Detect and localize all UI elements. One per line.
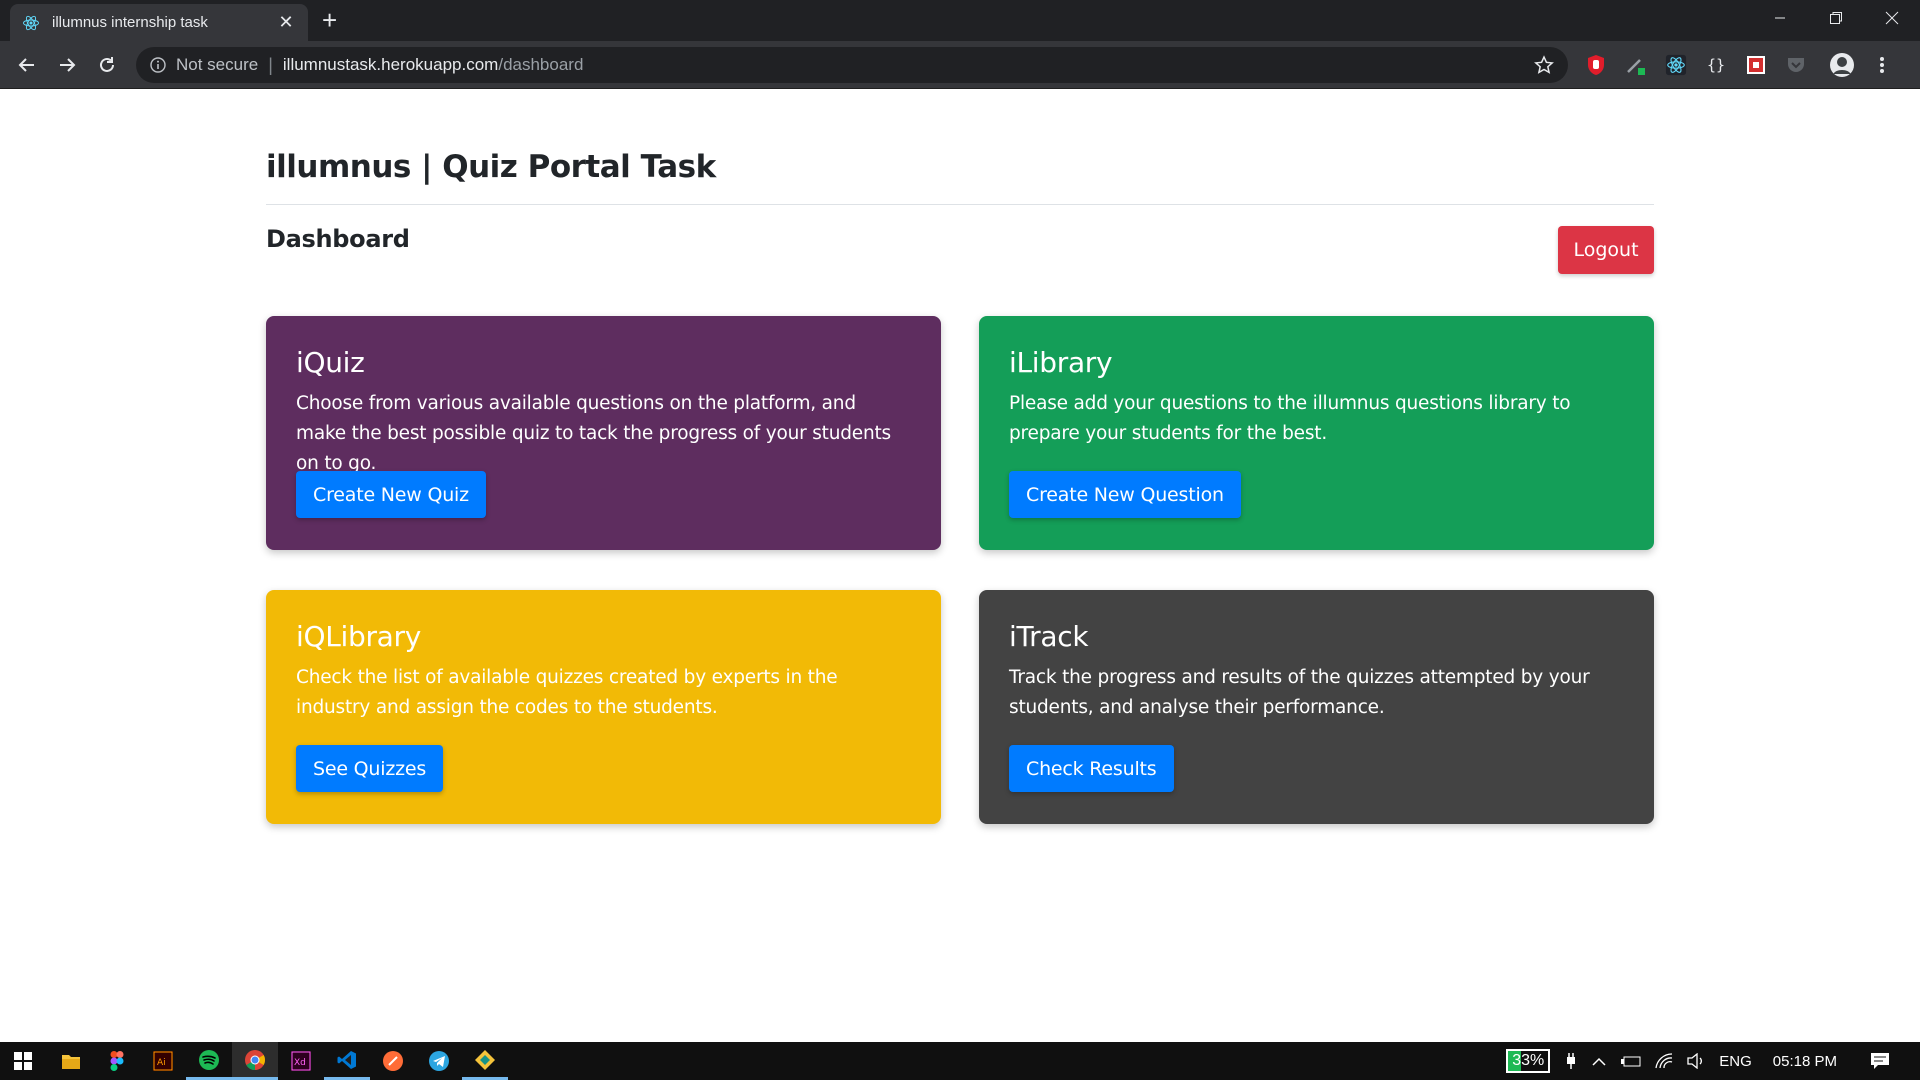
- header-divider: [266, 204, 1654, 205]
- card-text: Check the list of available quizzes crea…: [296, 667, 838, 718]
- card-ilibrary: iLibrary Please add your questions to th…: [979, 316, 1654, 550]
- card-title: iQLibrary: [296, 620, 422, 653]
- windows-start-icon[interactable]: [0, 1042, 46, 1080]
- chrome-menu-icon[interactable]: [1868, 51, 1896, 79]
- browser-tab-bar: illumnus internship task ✕ +: [0, 0, 1920, 41]
- card-text: Track the progress and results of the qu…: [1009, 667, 1590, 718]
- dashboard-title: Dashboard: [266, 225, 410, 253]
- card-text: Choose from various available questions …: [296, 393, 891, 474]
- browser-toolbar: Not secure | illumnustask.herokuapp.com /…: [0, 41, 1920, 89]
- react-devtools-icon[interactable]: [1662, 51, 1690, 79]
- minimize-icon[interactable]: [1752, 0, 1808, 36]
- new-tab-button[interactable]: +: [322, 7, 337, 33]
- pocket-icon[interactable]: [1782, 51, 1810, 79]
- url-path: /dashboard: [498, 55, 584, 74]
- language-indicator[interactable]: ENG: [1719, 1053, 1752, 1070]
- adblock-extension-icon[interactable]: [1582, 51, 1610, 79]
- red-extension-icon[interactable]: [1742, 51, 1770, 79]
- illustrator-icon[interactable]: Ai: [140, 1042, 186, 1080]
- windows-taskbar: Ai Xd 33% ENG 05:18 PM: [0, 1042, 1920, 1080]
- svg-text:{}: {}: [1707, 56, 1725, 74]
- window-controls: [1752, 0, 1920, 36]
- json-viewer-icon[interactable]: {}: [1702, 51, 1730, 79]
- clock-time[interactable]: 05:18 PM: [1773, 1053, 1837, 1070]
- battery-indicator[interactable]: 33%: [1506, 1049, 1551, 1073]
- vscode-icon[interactable]: [324, 1042, 370, 1080]
- create-new-question-button[interactable]: Create New Question: [1009, 471, 1241, 518]
- url-host: illumnustask.herokuapp.com: [282, 55, 499, 74]
- restore-icon[interactable]: [1808, 0, 1864, 36]
- page-content: illumnus | Quiz Portal Task Dashboard Lo…: [0, 89, 1920, 1042]
- chrome-icon[interactable]: [232, 1042, 278, 1080]
- address-bar[interactable]: Not secure | illumnustask.herokuapp.com /…: [136, 47, 1568, 83]
- back-arrow-icon[interactable]: [13, 51, 41, 79]
- system-tray: 33% ENG 05:18 PM: [1506, 1042, 1920, 1080]
- git-kraken-icon[interactable]: [462, 1042, 508, 1080]
- card-iqlibrary: iQLibrary Check the list of available qu…: [266, 590, 941, 824]
- card-title: iLibrary: [1009, 346, 1113, 379]
- url-separator: |: [268, 54, 273, 75]
- tab-title: illumnus internship task: [52, 14, 208, 31]
- figma-icon[interactable]: [94, 1042, 140, 1080]
- volume-icon[interactable]: [1687, 1053, 1705, 1069]
- react-icon: [22, 14, 40, 32]
- wifi-icon[interactable]: [1655, 1053, 1673, 1069]
- card-text: Please add your questions to the illumnu…: [1009, 393, 1571, 444]
- adobe-xd-icon[interactable]: Xd: [278, 1042, 324, 1080]
- close-window-icon[interactable]: [1864, 0, 1920, 36]
- reload-icon[interactable]: [93, 51, 121, 79]
- info-icon[interactable]: [150, 57, 166, 73]
- check-results-button[interactable]: Check Results: [1009, 745, 1174, 792]
- svg-text:Ai: Ai: [157, 1058, 166, 1068]
- browser-tab[interactable]: illumnus internship task ✕: [10, 4, 308, 41]
- card-title: iTrack: [1009, 620, 1089, 653]
- security-label: Not secure: [176, 55, 259, 74]
- power-plug-icon[interactable]: [1565, 1052, 1577, 1070]
- logout-button[interactable]: Logout: [1558, 226, 1654, 274]
- tab-close-icon[interactable]: ✕: [276, 12, 296, 33]
- spotify-icon[interactable]: [186, 1042, 232, 1080]
- notifications-icon[interactable]: [1870, 1052, 1890, 1070]
- extensions-bar: {}: [1582, 51, 1908, 79]
- site-title: illumnus | Quiz Portal Task: [266, 149, 716, 185]
- battery-icon[interactable]: [1621, 1055, 1641, 1067]
- create-new-quiz-button[interactable]: Create New Quiz: [296, 471, 486, 518]
- telegram-icon[interactable]: [416, 1042, 462, 1080]
- card-itrack: iTrack Track the progress and results of…: [979, 590, 1654, 824]
- profile-avatar-icon[interactable]: [1828, 51, 1856, 79]
- see-quizzes-button[interactable]: See Quizzes: [296, 745, 444, 792]
- colorpicker-extension-icon[interactable]: [1622, 51, 1650, 79]
- card-title: iQuiz: [296, 346, 365, 379]
- forward-arrow-icon[interactable]: [53, 51, 81, 79]
- bookmark-star-icon[interactable]: [1534, 55, 1554, 80]
- card-iquiz: iQuiz Choose from various available ques…: [266, 316, 941, 550]
- svg-text:Xd: Xd: [294, 1058, 306, 1068]
- chevron-up-icon[interactable]: [1591, 1056, 1607, 1066]
- file-explorer-icon[interactable]: [48, 1042, 94, 1080]
- postman-icon[interactable]: [370, 1042, 416, 1080]
